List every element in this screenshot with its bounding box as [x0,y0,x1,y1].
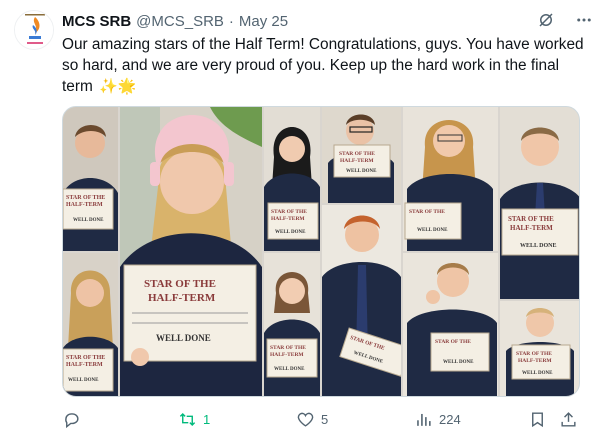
cert-welldone-6: WELL DONE [346,169,377,174]
cert-title-2b: HALF-TERM [66,362,103,368]
photo-student-5[interactable]: STAR OF THE HALF-TERM WELL DONE [264,253,320,396]
cert-title-10: STAR OF THE [508,215,554,223]
header-separator: · [228,12,234,30]
tweet-text: Our amazing stars of the Half Term! Cong… [62,34,592,97]
cert-welldone-5: WELL DONE [274,367,305,372]
cert-title-11: STAR OF THE [516,351,552,357]
action-bar: 1 5 224 [62,406,580,432]
photo-student-6[interactable]: STAR OF THE HALF-TERM WELL DONE [322,107,401,203]
cert-title-3: STAR OF THE [144,278,216,290]
cert-title-1: STAR OF THE [66,195,105,201]
photo-collage[interactable]: STAR OF THE HALF-TERM WELL DONE STAR OF … [62,106,580,397]
more-options-icon[interactable] [574,9,594,31]
cert-welldone-3: WELL DONE [156,333,211,343]
sparkle-star-emoji: ✨🌟 [99,78,137,95]
cert-title-5: STAR OF THE [270,345,306,351]
grok-icon[interactable] [536,9,556,31]
cert-title-1b: HALF-TERM [66,202,103,208]
cert-welldone-4: WELL DONE [275,230,306,235]
cert-welldone-10: WELL DONE [520,243,557,249]
like-icon [297,412,314,427]
cert-welldone-9: WELL DONE [443,360,474,365]
cert-welldone-1: WELL DONE [73,218,104,223]
photo-student-4[interactable]: STAR OF THE HALF-TERM WELL DONE [264,107,320,251]
cert-title-9: STAR OF THE [435,339,471,345]
cert-welldone-2: WELL DONE [68,378,99,383]
cert-title-4: STAR OF THE [271,209,307,215]
retweet-count: 1 [203,411,211,427]
cert-title-6b: HALF-TERM [340,158,374,164]
photo-student-7[interactable]: STAR OF THE WELL DONE [322,205,401,396]
top-right-icons [536,9,594,31]
tweet-card[interactable]: MCS SRB @MCS_SRB · May 25 Our amazing st… [0,0,610,442]
views-button[interactable]: 224 [414,406,461,432]
like-button[interactable]: 5 [296,406,328,432]
photo-student-8[interactable]: STAR OF THE WELL DONE [403,107,498,251]
cert-title-6: STAR OF THE [339,151,375,157]
cert-title-2: STAR OF THE [66,355,105,361]
author-avatar[interactable] [14,10,54,50]
cert-title-4b: HALF-TERM [271,216,305,222]
photo-student-10[interactable]: STAR OF THE HALF-TERM WELL DONE [500,107,579,299]
bookmark-icon [532,411,543,427]
bookmark-button[interactable] [528,406,547,432]
reply-button[interactable] [62,406,87,432]
photo-student-2[interactable]: STAR OF THE HALF-TERM WELL DONE [63,253,118,396]
author-name[interactable]: MCS SRB [62,13,131,30]
tweet-header: MCS SRB @MCS_SRB · May 25 [62,11,288,31]
photo-student-3[interactable]: STAR OF THE HALF-TERM WELL DONE [120,107,262,396]
retweet-button[interactable]: 1 [178,406,210,432]
cert-welldone-11: WELL DONE [522,371,553,376]
cert-title-8: STAR OF THE [409,209,445,215]
author-handle[interactable]: @MCS_SRB [136,13,224,30]
share-icon [561,411,576,427]
like-count: 5 [321,411,329,427]
photo-student-11[interactable]: STAR OF THE HALF-TERM WELL DONE [500,301,579,396]
cert-welldone-8: WELL DONE [417,228,448,233]
reply-icon [65,412,79,428]
retweet-icon [179,412,196,426]
tweet-body: Our amazing stars of the Half Term! Cong… [62,36,584,95]
cert-title-11b: HALF-TERM [518,358,552,364]
photo-student-9[interactable]: STAR OF THE WELL DONE [403,253,498,396]
cert-title-5b: HALF-TERM [270,352,304,358]
share-button[interactable] [559,406,578,432]
views-icon [417,413,431,426]
cert-title-10b: HALF-TERM [510,224,553,232]
photo-student-1[interactable]: STAR OF THE HALF-TERM WELL DONE [63,107,118,251]
cert-title-3b: HALF-TERM [148,292,216,304]
tweet-date[interactable]: May 25 [239,13,288,30]
view-count: 224 [439,411,461,427]
